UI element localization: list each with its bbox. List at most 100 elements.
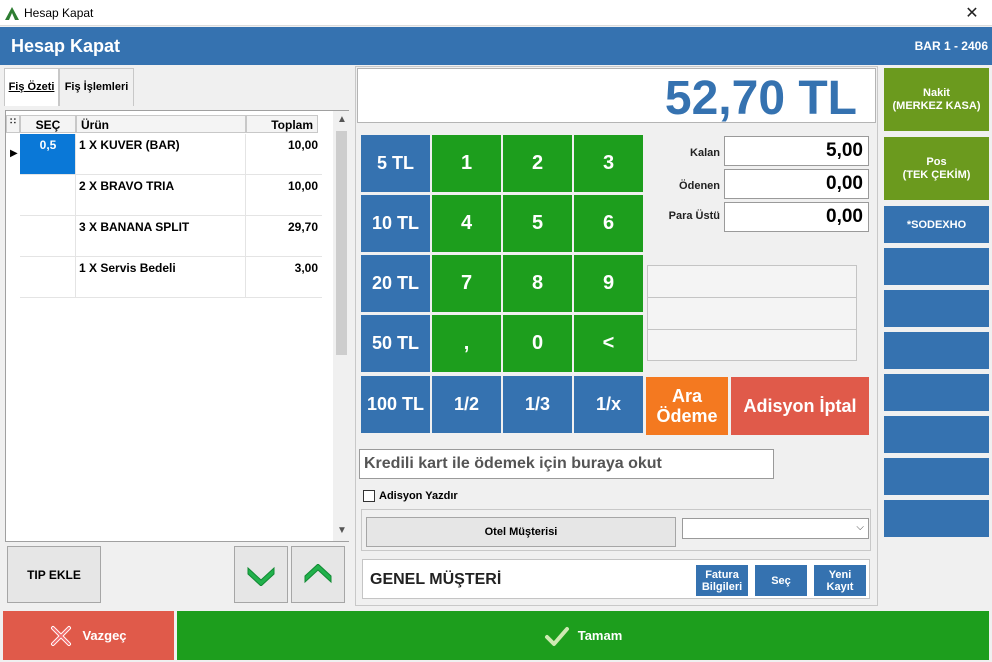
comma-button[interactable]: , [432,315,501,372]
table-row[interactable]: ▶ 0,5 1 X KUVER (BAR) 10,00 [10,134,322,175]
split-half-button[interactable]: 1/2 [432,376,501,433]
digit-7-button[interactable]: 7 [432,255,501,312]
sec-button[interactable]: Seç [755,565,807,596]
checkmark-icon [544,626,569,646]
otel-musterisi-label: Otel Müşterisi [484,526,558,538]
move-up-button[interactable] [291,546,345,603]
payment-empty-slot[interactable] [884,500,989,537]
chevron-down-icon [247,566,275,586]
tamam-button[interactable]: Tamam [177,611,989,660]
scroll-thumb[interactable] [336,131,347,355]
vazgec-label: Vazgeç [82,628,127,643]
app-icon [5,7,19,20]
kalan-label: Kalan [690,147,720,159]
row-toplam: 10,00 [287,179,318,193]
vertical-scrollbar[interactable]: ▲ ▼ [333,111,350,541]
adisyon-yazdir-label: Adisyon Yazdır [379,490,458,502]
column-header-urun[interactable]: Ürün [76,115,246,133]
payment-empty-slot[interactable] [884,332,989,369]
payment-empty-slot[interactable] [884,458,989,495]
fatura-line2: Bilgileri [701,580,743,593]
card-scan-input[interactable]: Kredili kart ile ödemek için buraya okut [359,449,774,479]
odenen-field[interactable]: 0,00 [724,169,869,199]
column-header-sec[interactable]: SEÇ [20,115,76,133]
amount-10tl-button[interactable]: 10 TL [361,195,430,252]
customer-name: GENEL MÜŞTERİ [370,571,502,588]
kalan-field[interactable]: 5,00 [724,136,869,166]
para-ustu-label: Para Üstü [668,210,720,222]
payment-line2: (MERKEZ KASA) [892,99,981,112]
yeni-line2: Kayıt [826,580,854,593]
total-amount: 52,70 TL [664,72,857,125]
close-icon[interactable]: ✕ [962,3,982,23]
payment-empty-slot[interactable] [884,374,989,411]
table-row[interactable]: 2 X BRAVO TRIA 10,00 [20,175,322,216]
digit-5-button[interactable]: 5 [503,195,572,252]
ara-odeme-line2: Ödeme [656,406,718,426]
payment-sodexho-button[interactable]: *SODEXHO [884,206,989,243]
otel-select[interactable]: ⌵ [682,518,869,539]
payment-list-divider [648,329,856,330]
move-down-button[interactable] [234,546,288,603]
row-urun: 1 X KUVER (BAR) [79,138,180,152]
payment-line2: (TEK ÇEKİM) [902,168,971,181]
payment-nakit-button[interactable]: Nakit (MERKEZ KASA) [884,68,989,131]
adisyon-iptal-button[interactable]: Adisyon İptal [731,377,869,435]
digit-2-button[interactable]: 2 [503,135,572,192]
tab-label: Fiş İşlemleri [64,81,129,93]
row-sec-cell[interactable]: 0,5 [20,134,76,174]
table-label: BAR 1 - 2406 [914,39,988,53]
payment-pos-button[interactable]: Pos (TEK ÇEKİM) [884,137,989,200]
grid-corner: ∷ [6,115,20,133]
tip-ekle-button[interactable]: TIP EKLE [7,546,101,603]
amount-50tl-button[interactable]: 50 TL [361,315,430,372]
digit-1-button[interactable]: 1 [432,135,501,192]
row-urun: 3 X BANANA SPLIT [79,220,190,234]
total-box: 52,70 TL [357,68,876,125]
digit-4-button[interactable]: 4 [432,195,501,252]
payment-line1: Nakit [923,86,950,99]
window-title: Hesap Kapat [24,6,94,20]
tab-fis-islemleri[interactable]: Fiş İşlemleri [59,68,134,106]
column-divider [245,134,246,298]
tab-fis-ozeti[interactable]: Fiş Özeti [4,68,59,106]
amount-100tl-button[interactable]: 100 TL [361,376,430,433]
row-toplam: 3,00 [294,261,318,275]
tip-ekle-label: TIP EKLE [27,567,81,582]
scroll-up-icon[interactable]: ▲ [337,114,347,125]
para-ustu-field[interactable]: 0,00 [724,202,869,232]
window-titlebar: Hesap Kapat ✕ [0,0,992,26]
digit-9-button[interactable]: 9 [574,255,643,312]
digit-8-button[interactable]: 8 [503,255,572,312]
scroll-down-icon[interactable]: ▼ [337,525,347,536]
fatura-bilgileri-button[interactable]: Fatura Bilgileri [696,565,748,596]
adisyon-yazdir-checkbox[interactable] [363,490,375,502]
payment-empty-slot[interactable] [884,248,989,285]
vazgec-button[interactable]: Vazgeç [3,611,174,660]
page-header: Hesap Kapat BAR 1 - 2406 [0,27,992,65]
table-row[interactable]: 1 X Servis Bedeli 3,00 [20,257,322,298]
split-x-button[interactable]: 1/x [574,376,643,433]
amount-20tl-button[interactable]: 20 TL [361,255,430,312]
digit-3-button[interactable]: 3 [574,135,643,192]
fatura-line1: Fatura [705,568,739,581]
chevron-up-icon [304,563,332,583]
ara-odeme-button[interactable]: Ara Ödeme [646,377,728,435]
yeni-kayit-button[interactable]: Yeni Kayıt [814,565,866,596]
row-toplam: 10,00 [287,138,318,152]
table-row[interactable]: 3 X BANANA SPLIT 29,70 [20,216,322,257]
digit-0-button[interactable]: 0 [503,315,572,372]
split-third-button[interactable]: 1/3 [503,376,572,433]
payment-empty-slot[interactable] [884,416,989,453]
digit-6-button[interactable]: 6 [574,195,643,252]
amount-5tl-button[interactable]: 5 TL [361,135,430,192]
column-divider [75,134,76,298]
yeni-line1: Yeni [828,568,852,581]
payment-empty-slot[interactable] [884,290,989,327]
otel-musterisi-button[interactable]: Otel Müşterisi [366,517,676,547]
row-urun: 2 X BRAVO TRIA [79,179,175,193]
row-pointer-icon: ▶ [10,148,18,159]
column-header-toplam[interactable]: Toplam [246,115,318,133]
payment-list [647,265,857,361]
backspace-button[interactable]: < [574,315,643,372]
